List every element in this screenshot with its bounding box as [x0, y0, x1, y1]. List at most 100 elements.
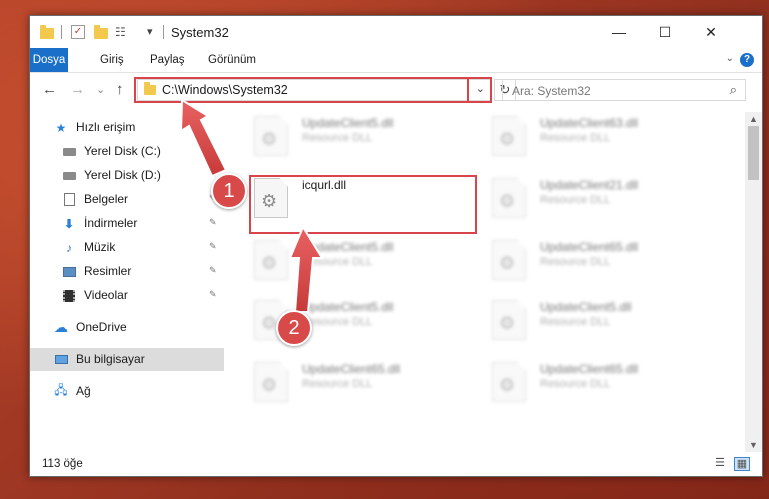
recent-locations-button[interactable]: ⌄: [96, 83, 105, 96]
pin-icon: ✎: [209, 241, 217, 251]
file-item[interactable]: ⚙ UpdateClient65.dll Resource DLL: [468, 236, 698, 284]
file-item[interactable]: ⚙ UpdateClient5.dll Resource DLL: [230, 112, 460, 160]
documents-icon: [62, 193, 76, 206]
back-button[interactable]: ←: [42, 81, 57, 98]
dll-file-icon: ⚙: [492, 178, 526, 218]
tab-share[interactable]: Paylaş: [140, 48, 195, 72]
sidebar-item-label: Yerel Disk (C:): [84, 144, 161, 158]
dll-file-icon: ⚙: [492, 240, 526, 280]
item-count: 113 öğe: [42, 458, 83, 470]
up-button[interactable]: ↑: [116, 81, 124, 98]
music-icon: ♪: [66, 240, 72, 255]
forward-button[interactable]: →: [70, 81, 85, 98]
details-view-icon[interactable]: ☰: [713, 457, 727, 469]
title-separator: [61, 25, 62, 39]
file-item[interactable]: ⚙ UpdateClient65.dll Resource DLL: [230, 358, 460, 406]
sidebar-item-music[interactable]: ♪ Müzik ✎: [30, 236, 224, 259]
view-menu-icon[interactable]: ☷: [115, 25, 126, 41]
sidebar-item-videos[interactable]: Videolar ✎: [30, 284, 224, 307]
pin-icon: ✎: [209, 217, 217, 227]
pin-icon: ✎: [209, 145, 217, 155]
file-type: Resource DLL: [540, 378, 611, 390]
file-name: UpdateClient5.dll: [302, 240, 394, 254]
dll-file-icon: ⚙: [254, 116, 288, 156]
file-type: Resource DLL: [302, 132, 373, 144]
file-item[interactable]: ⚙ UpdateClient5.dll Resource DLL: [230, 236, 460, 284]
large-icons-view-icon[interactable]: ▦: [734, 457, 750, 471]
callout-badge-1: 1: [211, 173, 247, 209]
dll-file-icon: ⚙: [254, 240, 288, 280]
file-type: Resource DLL: [302, 378, 373, 390]
file-item[interactable]: ⚙ UpdateClient21.dll Resource DLL: [468, 174, 698, 222]
ribbon-collapse-icon[interactable]: ⌄: [726, 53, 734, 64]
search-placeholder: Ara: System32: [512, 84, 591, 98]
sidebar-item-local-disk-d[interactable]: Yerel Disk (D:) ✎: [30, 164, 224, 187]
navigation-pane: ★ Hızlı erişim Yerel Disk (C:) ✎ Yerel D…: [30, 112, 224, 452]
sidebar-item-label: Müzik: [84, 240, 116, 254]
sidebar-item-network[interactable]: 🖧 Ağ: [30, 380, 224, 403]
file-item[interactable]: ⚙ UpdateClient63.dll Resource DLL: [468, 112, 698, 160]
dll-file-icon: ⚙: [492, 362, 526, 402]
search-input[interactable]: Ara: System32 ⌕: [502, 79, 746, 101]
sidebar-item-label: Bu bilgisayar: [76, 352, 145, 366]
file-item[interactable]: ⚙ UpdateClient5.dll Resource DLL: [230, 296, 460, 344]
file-name: UpdateClient5.dll: [540, 300, 632, 314]
file-highlight-box: [249, 175, 477, 234]
tab-view[interactable]: Görünüm: [198, 48, 266, 72]
file-item[interactable]: ⚙ UpdateClient5.dll Resource DLL: [468, 296, 698, 344]
minimize-button[interactable]: —: [596, 16, 642, 48]
search-icon[interactable]: ⌕: [730, 82, 737, 98]
properties-icon[interactable]: ✓: [71, 25, 85, 39]
address-highlight-box: [134, 77, 492, 103]
scroll-up-icon[interactable]: ▲: [749, 114, 758, 124]
scrollbar-thumb[interactable]: [748, 126, 759, 180]
close-button[interactable]: ✕: [688, 16, 734, 48]
sidebar-item-label: Hızlı erişim: [76, 120, 136, 134]
file-name: UpdateClient5.dll: [302, 116, 394, 130]
sidebar-item-documents[interactable]: Belgeler ✎: [30, 188, 224, 211]
sidebar-item-quick-access[interactable]: ★ Hızlı erişim: [30, 116, 224, 139]
star-icon: ★: [55, 120, 67, 135]
file-name: UpdateClient5.dll: [302, 300, 394, 314]
dll-file-icon: ⚙: [254, 362, 288, 402]
tab-file[interactable]: Dosya: [30, 48, 68, 72]
sidebar-item-onedrive[interactable]: ☁ OneDrive: [30, 316, 224, 339]
sidebar-item-downloads[interactable]: ⬇ İndirmeler ✎: [30, 212, 224, 235]
pin-icon: ✎: [209, 289, 217, 299]
file-name: UpdateClient65.dll: [540, 240, 639, 254]
video-icon: [62, 289, 76, 302]
pin-icon: ✎: [209, 265, 217, 275]
sidebar-item-label: Videolar: [84, 288, 128, 302]
computer-icon: [54, 353, 68, 366]
sidebar-item-label: Belgeler: [84, 192, 129, 206]
sidebar-item-label: İndirmeler: [84, 216, 138, 230]
dll-file-icon: ⚙: [492, 300, 526, 340]
drive-icon: [62, 169, 76, 182]
sidebar-item-pictures[interactable]: Resimler ✎: [30, 260, 224, 283]
sidebar-item-this-pc[interactable]: Bu bilgisayar: [30, 348, 224, 371]
sidebar-item-label: Resimler: [84, 264, 132, 278]
help-icon[interactable]: ?: [740, 53, 754, 67]
network-icon: 🖧: [54, 383, 68, 397]
file-name: UpdateClient63.dll: [540, 116, 639, 130]
new-folder-icon[interactable]: [94, 25, 108, 41]
quick-access-dropdown-icon[interactable]: ▾: [147, 25, 153, 41]
file-item[interactable]: ⚙ UpdateClient65.dll Resource DLL: [468, 358, 698, 406]
scroll-down-icon[interactable]: ▼: [749, 440, 758, 450]
sidebar-item-label: OneDrive: [76, 320, 127, 334]
status-bar: 113 öğe ☰ ▦: [30, 452, 762, 476]
maximize-button[interactable]: ☐: [642, 16, 688, 48]
tab-home[interactable]: Giriş: [90, 48, 134, 72]
folder-icon: [40, 25, 54, 41]
title-bar: ✓ ☷ ▾ System32 — ☐ ✕: [30, 16, 762, 48]
cloud-icon: ☁: [54, 319, 68, 335]
vertical-scrollbar[interactable]: ▲ ▼: [745, 112, 762, 452]
file-type: Resource DLL: [302, 256, 373, 268]
dll-file-icon: ⚙: [492, 116, 526, 156]
file-type: Resource DLL: [540, 316, 611, 328]
file-name: UpdateClient65.dll: [302, 362, 401, 376]
file-list: ⚙ UpdateClient5.dll Resource DLL ⚙ Updat…: [226, 112, 740, 452]
pictures-icon: [62, 265, 76, 278]
download-icon: ⬇: [63, 216, 75, 231]
sidebar-item-local-disk-c[interactable]: Yerel Disk (C:) ✎: [30, 140, 224, 163]
